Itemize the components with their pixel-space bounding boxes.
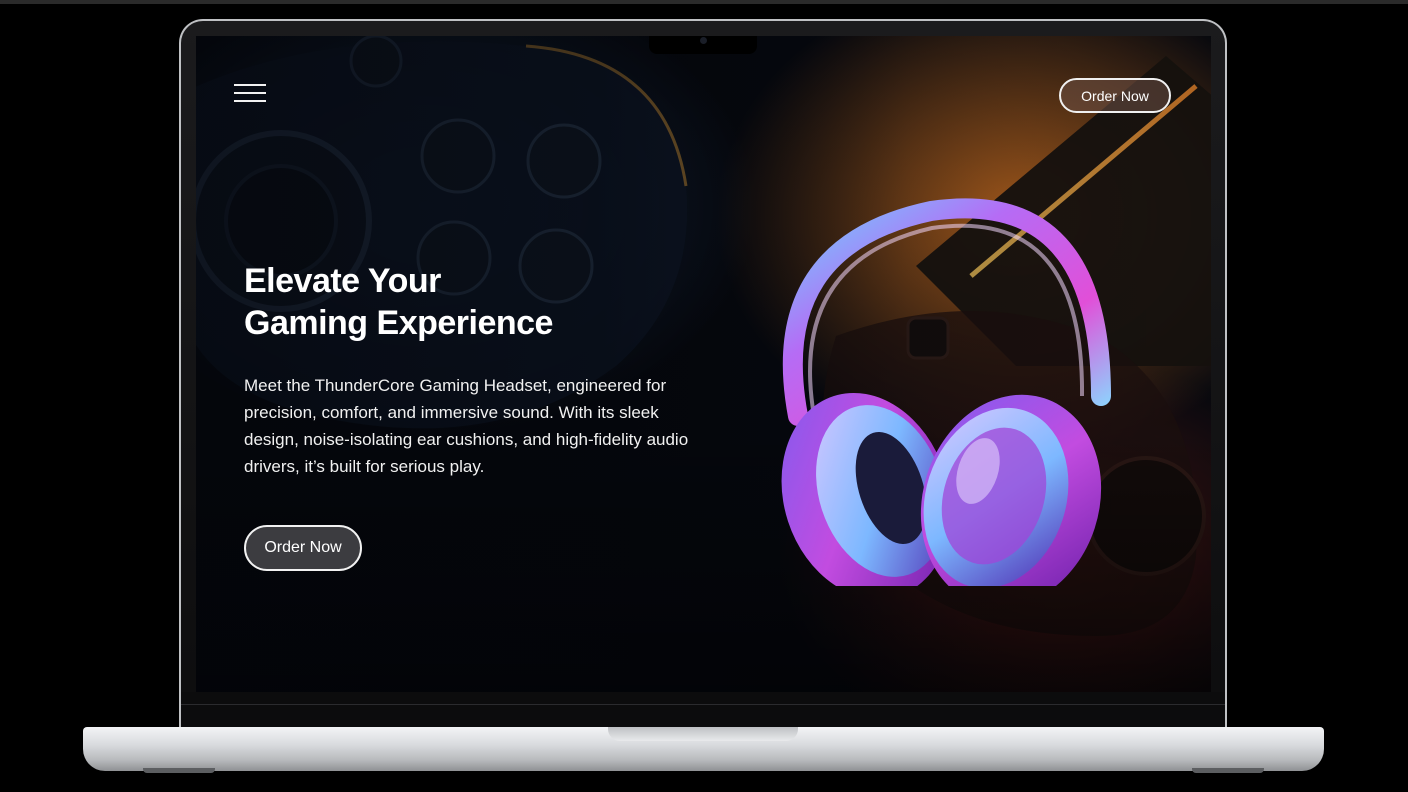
webcam-icon bbox=[700, 37, 707, 44]
headphones-image bbox=[781, 198, 1111, 586]
hero-title-line-1: Elevate Your bbox=[244, 262, 441, 300]
hero-order-now-button[interactable]: Order Now bbox=[244, 525, 362, 571]
window-top-strip bbox=[0, 0, 1408, 4]
laptop-screen: Order Now Elevate Your Gaming Experience… bbox=[196, 36, 1211, 692]
hero-description: Meet the ThunderCore Gaming Headset, eng… bbox=[244, 376, 689, 476]
laptop-bezel-chin bbox=[181, 692, 1225, 728]
header-order-now-button[interactable]: Order Now bbox=[1059, 78, 1171, 113]
hamburger-menu-icon[interactable] bbox=[234, 84, 266, 104]
bezel-divider bbox=[181, 704, 1225, 705]
laptop-foot-left bbox=[143, 768, 215, 773]
laptop-foot-right bbox=[1192, 768, 1264, 773]
hero-title-line-2: Gaming Experience bbox=[244, 304, 553, 342]
hero-title: Elevate Your Gaming Experience bbox=[244, 260, 664, 344]
lid-opening-notch bbox=[608, 727, 798, 741]
